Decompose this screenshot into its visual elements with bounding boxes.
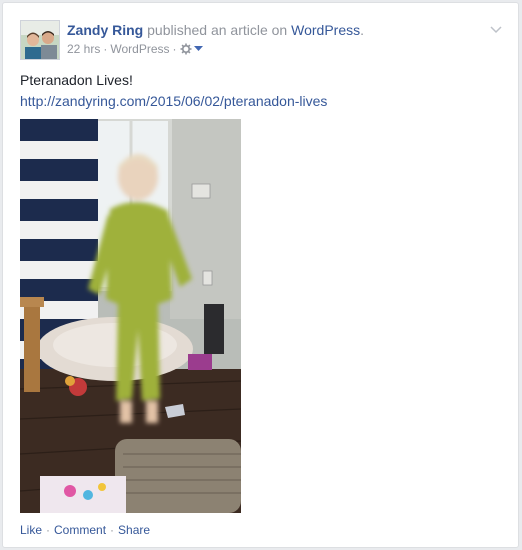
author-name-link[interactable]: Zandy Ring <box>67 22 143 38</box>
site-link[interactable]: WordPress <box>291 22 360 38</box>
post-actions: Like · Comment · Share <box>20 523 150 537</box>
meta-separator: · <box>103 42 108 56</box>
post-header: Zandy Ring published an article on WordP… <box>67 22 364 38</box>
comment-button[interactable]: Comment <box>54 523 106 537</box>
author-avatar[interactable] <box>20 20 60 60</box>
post-options-chevron-icon[interactable] <box>488 21 504 37</box>
action-separator: · <box>46 523 51 537</box>
meta-separator: · <box>172 42 177 56</box>
post-card: Zandy Ring published an article on WordP… <box>2 2 519 548</box>
post-meta: 22 hrs · WordPress · <box>67 42 203 56</box>
header-period: . <box>360 22 364 38</box>
post-text: Pteranadon Lives! <box>20 72 133 88</box>
privacy-dropdown-icon[interactable] <box>193 45 203 53</box>
source-label: WordPress <box>110 42 170 56</box>
settings-gear-icon[interactable] <box>180 43 192 55</box>
like-button[interactable]: Like <box>20 523 42 537</box>
action-separator: · <box>110 523 115 537</box>
share-button[interactable]: Share <box>118 523 150 537</box>
post-photo[interactable] <box>20 119 241 513</box>
post-url-link[interactable]: http://zandyring.com/2015/06/02/pteranad… <box>20 92 327 111</box>
header-action-text: published an article on <box>147 22 288 38</box>
timestamp-link[interactable]: 22 hrs <box>67 42 100 56</box>
